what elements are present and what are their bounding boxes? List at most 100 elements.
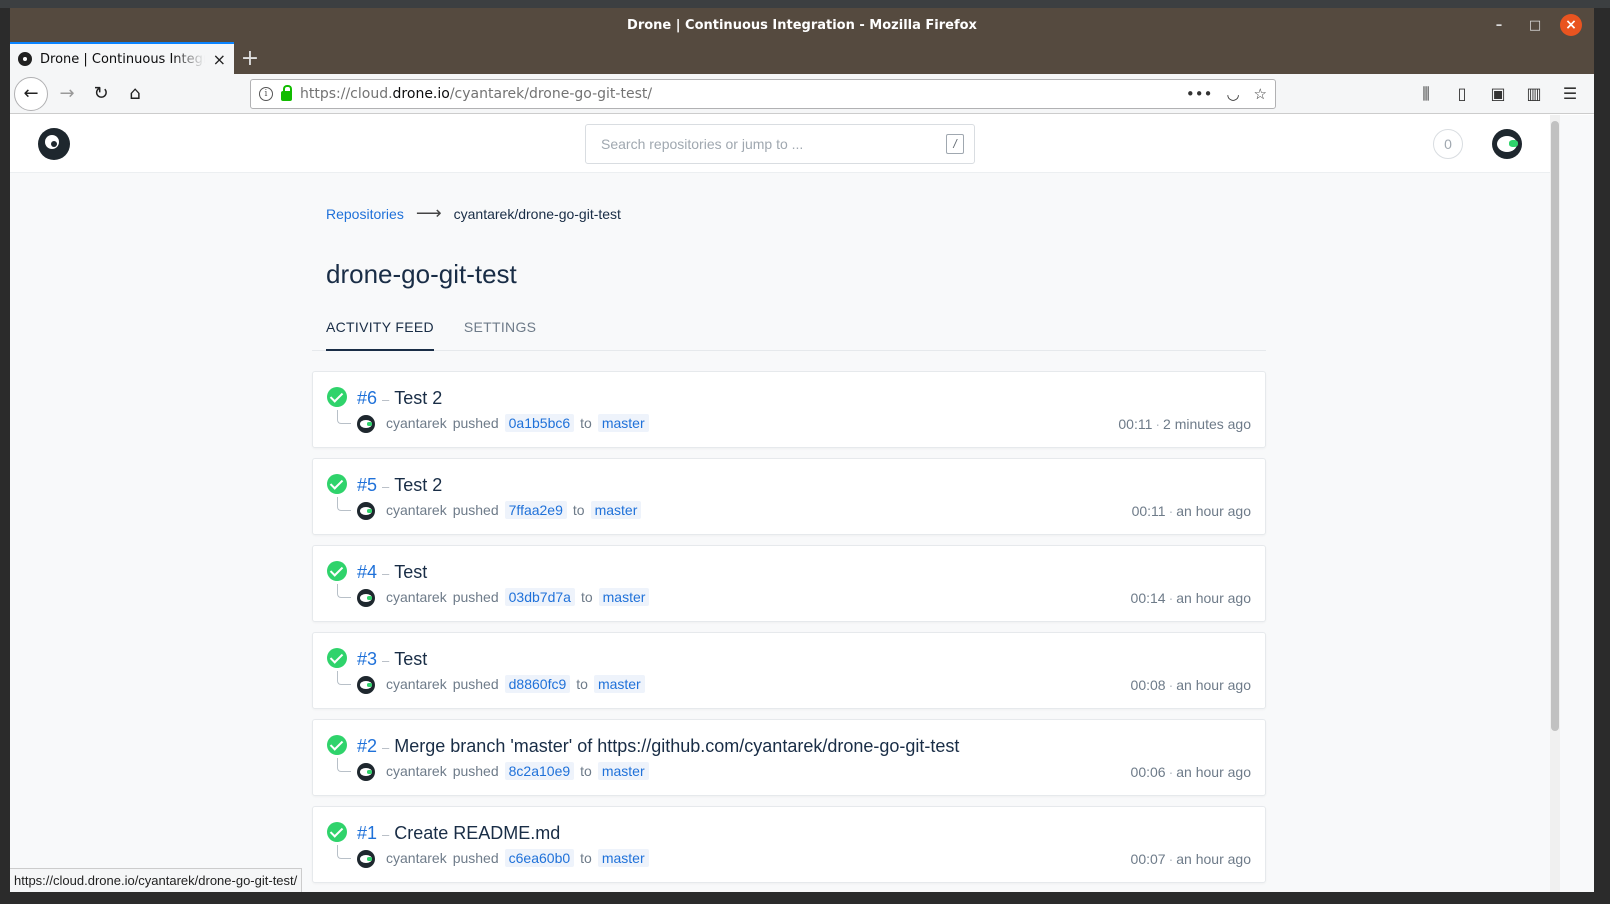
browser-tab-active[interactable]: Drone | Continuous Integration × [10, 42, 234, 74]
success-check-icon [327, 822, 347, 842]
minimize-icon[interactable]: – [1488, 14, 1510, 36]
build-number[interactable]: #5 [357, 475, 377, 495]
reader-icon[interactable]: ▥ [1524, 84, 1544, 104]
search-input[interactable]: Search repositories or jump to ... / [585, 124, 975, 164]
commit-hash[interactable]: 7ffaa2e9 [504, 501, 567, 519]
ide-background-right [1594, 8, 1610, 904]
url-bar[interactable]: i https://cloud.drone.io/cyantarek/drone… [250, 78, 1276, 109]
page-viewport: Search repositories or jump to ... / 0 R… [10, 115, 1594, 892]
sidebar-icon[interactable]: ▯ [1452, 84, 1472, 104]
build-card[interactable]: #4– Test cyantarek pushed 03db7d7a to master … [312, 545, 1266, 622]
hamburger-menu-icon[interactable]: ☰ [1560, 84, 1580, 104]
build-age: an hour ago [1176, 851, 1251, 867]
close-window-icon[interactable]: × [1560, 14, 1582, 36]
build-duration: 00:06 [1130, 764, 1166, 780]
branch-name[interactable]: master [593, 675, 645, 693]
tab-strip: Drone | Continuous Integration × + [10, 42, 1594, 74]
tab-activity-feed[interactable]: ACTIVITY FEED [326, 317, 434, 351]
link-status-tooltip: https://cloud.drone.io/cyantarek/drone-g… [10, 868, 303, 892]
reload-icon[interactable]: ↻ [86, 79, 116, 109]
branch-name[interactable]: master [590, 501, 642, 519]
build-card[interactable]: #1– Create README.md cyantarek pushed c6ea6… [312, 806, 1266, 883]
branch-name[interactable]: master [597, 414, 649, 432]
commit-hash[interactable]: d8860fc9 [504, 675, 571, 693]
success-check-icon [327, 648, 347, 668]
branch-name[interactable]: master [597, 762, 649, 780]
commit-info: cyantarek pushed 8c2a10e9 to master [386, 762, 649, 780]
drone-favicon-icon [18, 52, 32, 66]
star-icon[interactable]: ☆ [1254, 85, 1267, 103]
build-message: Test [394, 562, 428, 582]
breadcrumb-repositories-link[interactable]: Repositories [326, 206, 404, 222]
build-message: Create README.md [394, 823, 561, 843]
build-number[interactable]: #1 [357, 823, 377, 843]
build-title: #5– Test 2 [357, 475, 443, 495]
arrow-right-icon[interactable]: → [52, 79, 82, 109]
build-message: Test 2 [394, 388, 443, 408]
build-number[interactable]: #3 [357, 649, 377, 669]
build-age: an hour ago [1176, 677, 1251, 693]
scrollbar-thumb[interactable] [1551, 121, 1559, 731]
commit-info: cyantarek pushed 03db7d7a to master [386, 588, 650, 606]
tab-settings[interactable]: SETTINGS [464, 317, 536, 351]
commit-info: cyantarek pushed 0a1b5bc6 to master [386, 414, 649, 432]
pocket-icon[interactable]: ◡ [1226, 85, 1239, 103]
commit-hash[interactable]: 8c2a10e9 [504, 762, 575, 780]
build-list: #6– Test 2 cyantarek pushed 0a1b5bc6 to maste… [312, 371, 1266, 883]
build-timing: 00:08 · an hour ago [1130, 677, 1251, 693]
build-card[interactable]: #5– Test 2 cyantarek pushed 7ffaa2e9 to maste… [312, 458, 1266, 535]
build-age: an hour ago [1176, 764, 1251, 780]
build-timing: 00:14 · an hour ago [1130, 590, 1251, 606]
build-title: #2– Merge branch 'master' of https://gith… [357, 736, 960, 756]
close-tab-icon[interactable]: × [213, 50, 226, 69]
lock-icon [281, 84, 292, 101]
window-titlebar: Drone | Continuous Integration - Mozilla… [10, 8, 1594, 42]
site-info-icon[interactable]: i [259, 86, 273, 101]
build-card[interactable]: #6– Test 2 cyantarek pushed 0a1b5bc6 to maste… [312, 371, 1266, 448]
url-text[interactable]: https://cloud.drone.io/cyantarek/drone-g… [300, 86, 1178, 102]
commit-hash[interactable]: 0a1b5bc6 [504, 414, 575, 432]
build-timing: 00:07 · an hour ago [1130, 851, 1251, 867]
build-number[interactable]: #6 [357, 388, 377, 408]
commit-hash[interactable]: 03db7d7a [504, 588, 575, 606]
build-card[interactable]: #2– Merge branch 'master' of https://gith… [312, 719, 1266, 796]
notification-counter[interactable]: 0 [1433, 129, 1463, 159]
build-timing: 00:11 · an hour ago [1131, 503, 1251, 519]
breadcrumb: Repositories ⟶ cyantarek/drone-go-git-te… [312, 203, 1266, 224]
extension-icon[interactable]: ▣ [1488, 84, 1508, 104]
build-number[interactable]: #4 [357, 562, 377, 582]
maximize-icon[interactable]: □ [1524, 14, 1546, 36]
browser-tab-title: Drone | Continuous Integration [40, 51, 205, 67]
drone-logo-icon[interactable] [38, 128, 70, 160]
branch-name[interactable]: master [598, 588, 650, 606]
ellipsis-icon[interactable]: ••• [1186, 85, 1213, 103]
new-tab-icon[interactable]: + [234, 42, 266, 74]
main-content: Repositories ⟶ cyantarek/drone-go-git-te… [312, 173, 1266, 892]
user-avatar[interactable] [1492, 129, 1522, 159]
commit-info: cyantarek pushed 7ffaa2e9 to master [386, 501, 642, 519]
branch-name[interactable]: master [597, 849, 649, 867]
author-avatar [357, 502, 375, 520]
build-title: #1– Create README.md [357, 823, 561, 843]
build-duration: 00:11 [1118, 416, 1153, 432]
build-age: an hour ago [1176, 503, 1251, 519]
tree-connector [337, 410, 351, 424]
build-card[interactable]: #3– Test cyantarek pushed d8860fc9 to master … [312, 632, 1266, 709]
page-scrollbar[interactable] [1550, 115, 1560, 892]
author-avatar [357, 589, 375, 607]
success-check-icon [327, 387, 347, 407]
build-age: 2 minutes ago [1163, 416, 1251, 432]
build-title: #6– Test 2 [357, 388, 443, 408]
library-icon[interactable]: ⫼ [1416, 84, 1436, 104]
build-title: #3– Test [357, 649, 428, 669]
success-check-icon [327, 735, 347, 755]
home-icon[interactable]: ⌂ [120, 79, 150, 109]
arrow-left-icon[interactable]: ← [14, 76, 48, 111]
build-duration: 00:07 [1130, 851, 1166, 867]
page-title: drone-go-git-test [326, 259, 517, 289]
build-duration: 00:08 [1130, 677, 1166, 693]
tree-connector [337, 845, 351, 859]
commit-info: cyantarek pushed c6ea60b0 to master [386, 849, 649, 867]
build-number[interactable]: #2 [357, 736, 377, 756]
commit-hash[interactable]: c6ea60b0 [504, 849, 575, 867]
